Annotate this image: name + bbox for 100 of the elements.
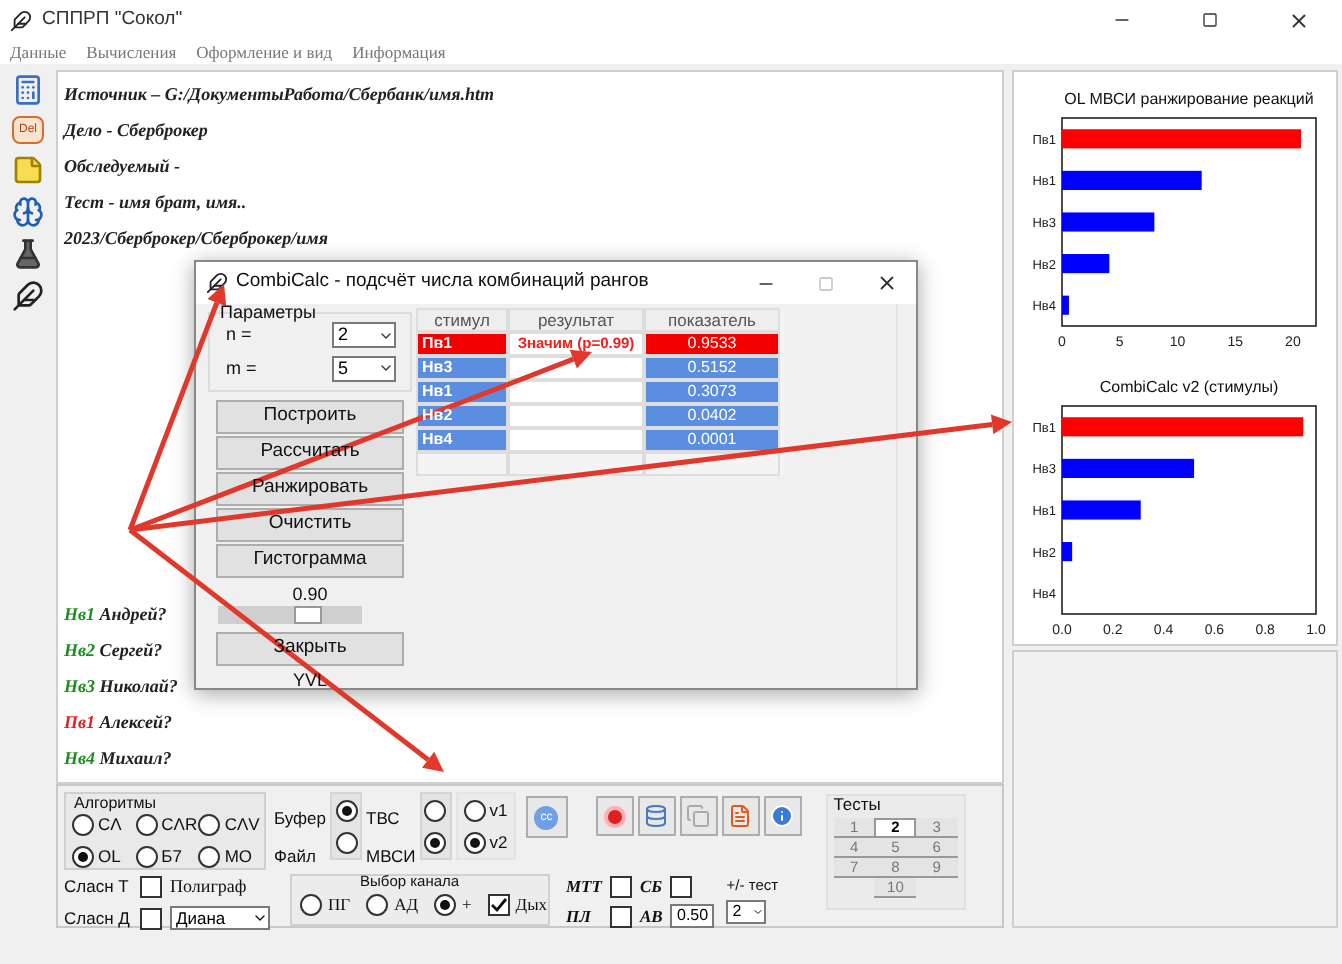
checkbox[interactable]: [487, 894, 510, 916]
action-button[interactable]: Построить: [216, 400, 404, 434]
radio-button[interactable]: [198, 813, 221, 836]
test-shift-spinbox[interactable]: 2: [726, 900, 767, 925]
pdf-button[interactable]: [721, 796, 760, 836]
head-icon[interactable]: [12, 196, 44, 228]
feather-icon[interactable]: [12, 280, 44, 312]
radio-button[interactable]: [434, 894, 456, 916]
radio-label: Буфер: [274, 806, 326, 832]
value-cell: 0.0001: [644, 428, 780, 452]
menu-item[interactable]: Информация: [352, 39, 446, 65]
app-logo-icon: [10, 9, 32, 31]
chart-title: OL МВСИ ранжирование реакций: [1063, 90, 1313, 108]
radio-label: CΛ: [98, 812, 122, 838]
radio-label: МВСИ: [366, 843, 416, 869]
radio-button[interactable]: [72, 813, 94, 836]
group-label: Параметры: [218, 302, 318, 324]
bar: [1061, 500, 1140, 520]
value-cell: 0.0402: [644, 404, 780, 428]
close-icon: [1287, 9, 1309, 31]
radio-button[interactable]: [424, 831, 447, 853]
checkbox[interactable]: [609, 905, 632, 928]
column-header: результат: [508, 308, 644, 332]
menu-item[interactable]: Вычисления: [86, 39, 177, 65]
radio-label: v1: [489, 797, 508, 823]
slider-thumb[interactable]: [293, 606, 322, 624]
menu-item[interactable]: Оформление и вид: [196, 39, 333, 65]
answer-line: Нв2 Сергей?: [64, 640, 163, 662]
empty-cell: [416, 452, 508, 476]
spin-box[interactable]: 5: [332, 355, 396, 382]
flag-label: МТТ: [566, 874, 602, 900]
checkbox-label: Дых: [515, 892, 548, 918]
column-header: показатель: [644, 308, 780, 332]
radio-button[interactable]: [463, 831, 486, 853]
bar: [1061, 254, 1109, 274]
info-button[interactable]: [763, 796, 802, 836]
bar: [1061, 295, 1068, 315]
stimulus-cell: Нв4: [416, 428, 508, 452]
column-header: стимул: [416, 308, 508, 332]
radio-button[interactable]: [72, 845, 94, 868]
stimulus-cell: Нв3: [416, 356, 508, 380]
radio-button[interactable]: [198, 845, 221, 868]
radio-button[interactable]: [424, 799, 447, 821]
flag-label: СБ: [639, 874, 663, 900]
document-icon: [728, 804, 753, 828]
radio-button[interactable]: [366, 894, 389, 916]
answer-line: Пв1 Алексей?: [64, 712, 172, 734]
note-icon[interactable]: [12, 154, 44, 186]
radio-button[interactable]: [463, 799, 486, 821]
radio-label: ПГ: [328, 892, 351, 918]
radio-label: МО: [224, 843, 253, 869]
database-icon: [644, 804, 669, 828]
action-button[interactable]: Гистограмма: [216, 544, 404, 578]
flask-icon[interactable]: [12, 238, 44, 270]
polygraph-dropdown[interactable]: Диана: [170, 905, 270, 929]
value-cell: 0.3073: [644, 380, 780, 404]
option-label: Сласн Д: [64, 905, 132, 931]
calculator-icon[interactable]: [12, 74, 44, 106]
param-label: m =: [226, 355, 259, 381]
threshold-reading: 0.90: [292, 584, 328, 604]
empty-cell: [644, 452, 780, 476]
document-line: Дело - Сберброкер: [64, 120, 208, 142]
document-line: Источник – G:/ДокументыРабота/Сбербанк/имя.htm: [64, 84, 495, 106]
checkbox[interactable]: [670, 875, 693, 898]
stop-button[interactable]: [595, 796, 634, 836]
param-label: n =: [226, 322, 254, 348]
polygraph-label: Полиграф: [170, 874, 249, 900]
info-icon: [770, 804, 795, 828]
radio-label: ТВС: [366, 806, 402, 832]
radio-label: АД: [394, 892, 418, 918]
radio-label: OL: [98, 843, 121, 869]
menu-item[interactable]: Данные: [10, 39, 67, 65]
radio-button[interactable]: [135, 813, 158, 836]
checkbox[interactable]: [140, 875, 162, 898]
action-button[interactable]: Очистить: [216, 508, 404, 542]
database-button[interactable]: [637, 796, 676, 836]
checkbox[interactable]: [609, 875, 632, 898]
close-icon: [875, 272, 897, 294]
flag-label: ПЛ: [566, 903, 593, 929]
bar: [1061, 458, 1194, 478]
document-line: 2023/Сберброкер/Сберброкер/имя: [64, 228, 328, 250]
radio-button[interactable]: [300, 894, 322, 916]
radio-button[interactable]: [335, 799, 357, 821]
bar: [1061, 542, 1072, 562]
group-label: Алгоритмы: [74, 794, 157, 812]
ab-field[interactable]: 0.50: [670, 904, 715, 929]
scrollbar[interactable]: [896, 304, 916, 688]
dialog-title: CombiCalc - подсчёт числа комбинаций рангов: [236, 268, 649, 297]
flag-label: АВ: [639, 903, 663, 929]
bar: [1061, 170, 1201, 190]
empty-cell: [508, 452, 644, 476]
stimulus-cell: Пв1: [416, 332, 508, 356]
maximize-icon: [818, 275, 834, 291]
checkbox[interactable]: [140, 907, 162, 930]
radio-label: CΛV: [224, 812, 260, 838]
value-cell: 0.9533: [644, 332, 780, 356]
radio-button[interactable]: [335, 831, 357, 853]
threshold-slider[interactable]: [218, 606, 362, 624]
spin-box[interactable]: 2: [332, 322, 396, 349]
radio-button[interactable]: [135, 845, 158, 868]
